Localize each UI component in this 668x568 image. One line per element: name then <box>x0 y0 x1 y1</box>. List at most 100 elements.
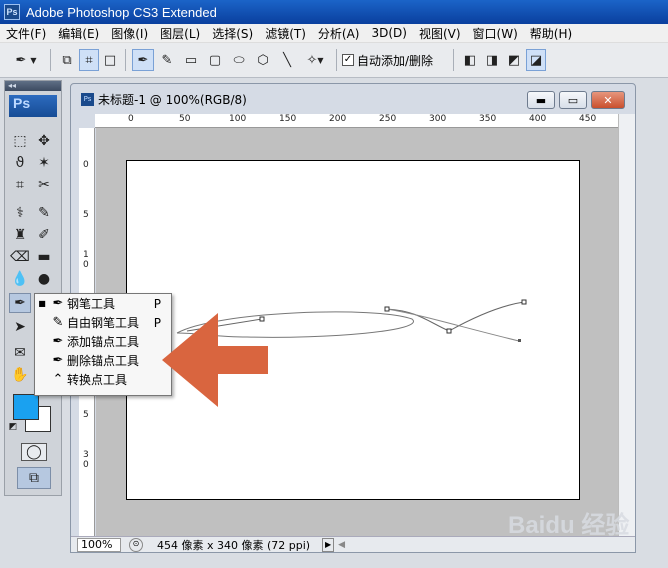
lasso-tool[interactable]: ϑ <box>9 153 31 173</box>
document-ps-icon: Ps <box>81 92 94 106</box>
menu-3d[interactable]: 3D(D) <box>365 26 412 40</box>
quick-mask-button[interactable]: ◯ <box>21 443 47 461</box>
close-button[interactable]: ✕ <box>591 91 625 109</box>
menu-image[interactable]: 图像(I) <box>105 25 154 42</box>
foreground-color-swatch[interactable] <box>13 394 39 420</box>
notes-tool[interactable]: ✉ <box>9 343 31 363</box>
path-add-icon: ◧ <box>463 52 477 68</box>
rounded-rectangle-button[interactable]: ▢ <box>204 49 226 71</box>
path-exclude-button[interactable]: ◪ <box>526 49 547 71</box>
blur-tool[interactable]: 💧 <box>9 269 31 289</box>
gradient-tool[interactable]: ▬ <box>33 247 55 267</box>
ruler-label: 3 <box>83 450 89 460</box>
flyout-item-label: 转换点工具 <box>67 373 128 387</box>
menu-analysis[interactable]: 分析(A) <box>312 25 366 42</box>
ruler-label: 250 <box>379 114 397 124</box>
path-selection-tool[interactable]: ➤ <box>9 317 31 337</box>
pointer-icon: ➤ <box>14 319 26 335</box>
freeform-pen-button[interactable]: ✎ <box>156 49 178 71</box>
brush-tool[interactable]: ✎ <box>33 203 55 223</box>
bandage-icon: ⚕ <box>16 205 24 221</box>
toolbox-panel: ◂◂ Ps ⬚ ✥ ϑ ✶ ⌗ ✂ ⚕ ✎ ♜ ✐ ⌫ ▬ 💧 ● ✒ ➤ ✉ … <box>4 80 62 496</box>
menu-select[interactable]: 选择(S) <box>206 25 259 42</box>
eraser-icon: ⌫ <box>10 249 30 265</box>
pen-tool[interactable]: ✒ <box>9 293 31 313</box>
ruler-label: 0 <box>83 160 89 170</box>
menu-edit[interactable]: 编辑(E) <box>52 25 105 42</box>
polygon-button[interactable]: ⬡ <box>252 49 274 71</box>
hand-tool[interactable]: ✋ <box>9 365 31 385</box>
tool-preset-picker[interactable]: ✒ ▼ <box>8 49 44 71</box>
app-title: Adobe Photoshop CS3 Extended <box>26 4 217 20</box>
zoom-field[interactable]: 100% <box>77 537 121 552</box>
selected-bullet: ■ <box>38 299 46 308</box>
add-anchor-icon: ✒ <box>52 334 64 349</box>
chevron-down-icon: ▼ <box>317 55 324 65</box>
rectangle-button[interactable]: ▭ <box>180 49 202 71</box>
slice-icon: ✂ <box>38 177 50 193</box>
flyout-item-shortcut: P <box>153 296 161 311</box>
maximize-icon: ▭ <box>567 93 579 107</box>
flyout-item-add-anchor[interactable]: ✒ 添加锚点工具 <box>35 332 171 351</box>
paths-button[interactable]: ⌗ <box>79 49 99 71</box>
menu-file[interactable]: 文件(F) <box>0 25 52 42</box>
menu-filter[interactable]: 滤镜(T) <box>259 25 312 42</box>
status-menu-arrow-icon[interactable]: ▶ <box>322 537 335 552</box>
document-size-info: 454 像素 x 340 像素 (72 ppi) <box>157 538 311 552</box>
flyout-item-freeform-pen[interactable]: ✎ 自由钢笔工具 P <box>35 313 171 332</box>
flyout-item-delete-anchor[interactable]: ✒ 删除锚点工具 <box>35 351 171 370</box>
flyout-item-convert-point[interactable]: ⌃ 转换点工具 <box>35 370 171 389</box>
auto-add-delete-checkbox[interactable]: ✓ 自动添加/删除 <box>342 52 433 69</box>
ruler-label: 50 <box>179 114 191 124</box>
path-add-button[interactable]: ◧ <box>460 49 480 71</box>
vertical-scrollbar[interactable] <box>618 114 635 536</box>
line-button[interactable]: ╲ <box>276 49 298 71</box>
ellipse-button[interactable]: ⬭ <box>228 49 250 71</box>
ruler-label: 450 <box>579 114 597 124</box>
flyout-item-label: 删除锚点工具 <box>67 354 140 368</box>
options-bar: ✒ ▼ ⧉ ⌗ □ ✒ ✎ ▭ ▢ ⬭ ⬡ ╲ ✧ ▼ ✓ 自动添加/删除 ◧ ◨ … <box>0 43 668 78</box>
flyout-item-shortcut: P <box>153 315 161 330</box>
custom-shape-button[interactable]: ✧ ▼ <box>300 49 330 71</box>
clone-stamp-tool[interactable]: ♜ <box>9 225 31 245</box>
info-icon[interactable]: ⊙ <box>129 537 143 552</box>
pen-tool-button[interactable]: ✒ <box>132 49 154 71</box>
ruler-label: 300 <box>429 114 447 124</box>
screen-mode-button[interactable]: ⧉ <box>17 467 51 489</box>
pen-icon: ✒ <box>137 52 149 68</box>
maximize-button[interactable]: ▭ <box>559 91 587 109</box>
horizontal-ruler: 0 50 100 150 200 250 300 350 400 450 <box>95 114 618 128</box>
ruler-label: 400 <box>529 114 547 124</box>
delete-anchor-icon: ✒ <box>52 353 64 368</box>
red-arrow-icon <box>162 313 268 407</box>
history-brush-tool[interactable]: ✐ <box>33 225 55 245</box>
chevron-down-icon: ▼ <box>30 55 37 65</box>
scroll-left-icon[interactable]: ◀ <box>338 540 352 550</box>
toolbox-collapse-handle[interactable]: ◂◂ <box>5 81 61 91</box>
fill-pixels-button[interactable]: □ <box>101 49 119 71</box>
path-subtract-button[interactable]: ◨ <box>482 49 502 71</box>
path-intersect-button[interactable]: ◩ <box>504 49 524 71</box>
checkbox-box[interactable]: ✓ <box>342 54 354 66</box>
slice-tool[interactable]: ✂ <box>33 175 55 195</box>
move-tool[interactable]: ✥ <box>33 131 55 151</box>
pen-icon: ✒ <box>52 296 64 311</box>
ruler-label: 5 <box>83 210 89 220</box>
menu-window[interactable]: 窗口(W) <box>467 25 524 42</box>
eraser-tool[interactable]: ⌫ <box>9 247 31 267</box>
crop-tool[interactable]: ⌗ <box>9 175 31 195</box>
minimize-button[interactable]: ▬ <box>527 91 555 109</box>
magic-wand-tool[interactable]: ✶ <box>33 153 55 173</box>
menu-layer[interactable]: 图层(L) <box>154 25 206 42</box>
shape-layers-button[interactable]: ⧉ <box>57 49 77 71</box>
menu-help[interactable]: 帮助(H) <box>524 25 578 42</box>
dodge-tool[interactable]: ● <box>33 269 55 289</box>
marquee-tool[interactable]: ⬚ <box>9 131 31 151</box>
history-brush-icon: ✐ <box>38 227 50 243</box>
menu-view[interactable]: 视图(V) <box>413 25 467 42</box>
flyout-item-pen[interactable]: ■ ✒ 钢笔工具 P <box>35 294 171 313</box>
healing-brush-tool[interactable]: ⚕ <box>9 203 31 223</box>
minimize-icon: ▬ <box>535 93 547 107</box>
ruler-label: 0 <box>83 260 89 270</box>
default-colors-icon[interactable]: ◩ <box>7 421 19 433</box>
